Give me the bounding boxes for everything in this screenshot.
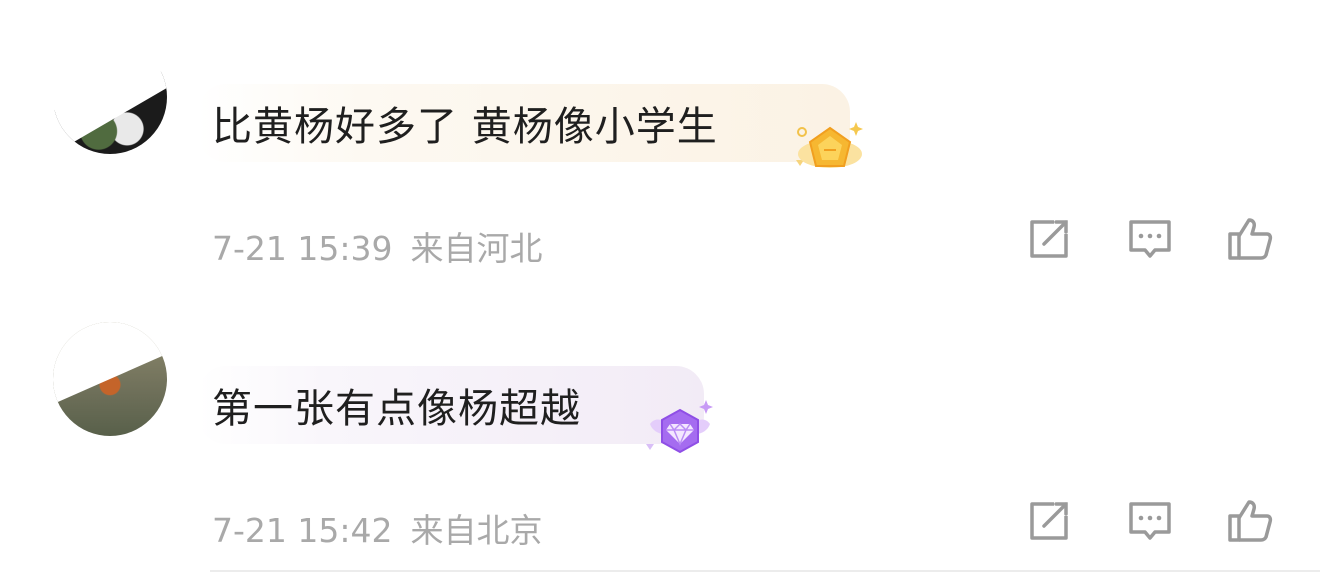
- divider: [210, 570, 1320, 572]
- comment-meta: 7-21 15:39 来自河北: [212, 222, 543, 270]
- comment-text: 第一张有点像杨超越: [212, 386, 581, 432]
- avatar[interactable]: [53, 322, 167, 436]
- comment-text: 比黄杨好多了 黄杨像小学生: [212, 104, 718, 150]
- comment-location: 来自河北: [410, 229, 543, 268]
- like-button[interactable]: [1225, 214, 1275, 264]
- share-icon: [1030, 220, 1068, 258]
- diamond-level-badge-icon: [640, 398, 720, 466]
- share-icon: [1030, 502, 1068, 540]
- thumbs-up-icon: [1228, 218, 1273, 260]
- comment-time: 7-21 15:42: [212, 511, 393, 550]
- comment-time: 7-21 15:39: [212, 229, 393, 268]
- comment-meta: 7-21 15:42 来自北京: [212, 504, 543, 552]
- like-button[interactable]: [1225, 496, 1275, 546]
- reply-button[interactable]: [1125, 496, 1175, 546]
- gold-level-badge-icon: [790, 116, 870, 184]
- share-button[interactable]: [1024, 214, 1074, 264]
- thumbs-up-icon: [1228, 500, 1273, 542]
- reply-button[interactable]: [1125, 214, 1175, 264]
- comment-location: 来自北京: [410, 511, 543, 550]
- comment-icon: [1129, 502, 1171, 540]
- comment-icon: [1129, 220, 1171, 258]
- avatar[interactable]: [53, 40, 167, 154]
- share-button[interactable]: [1024, 496, 1074, 546]
